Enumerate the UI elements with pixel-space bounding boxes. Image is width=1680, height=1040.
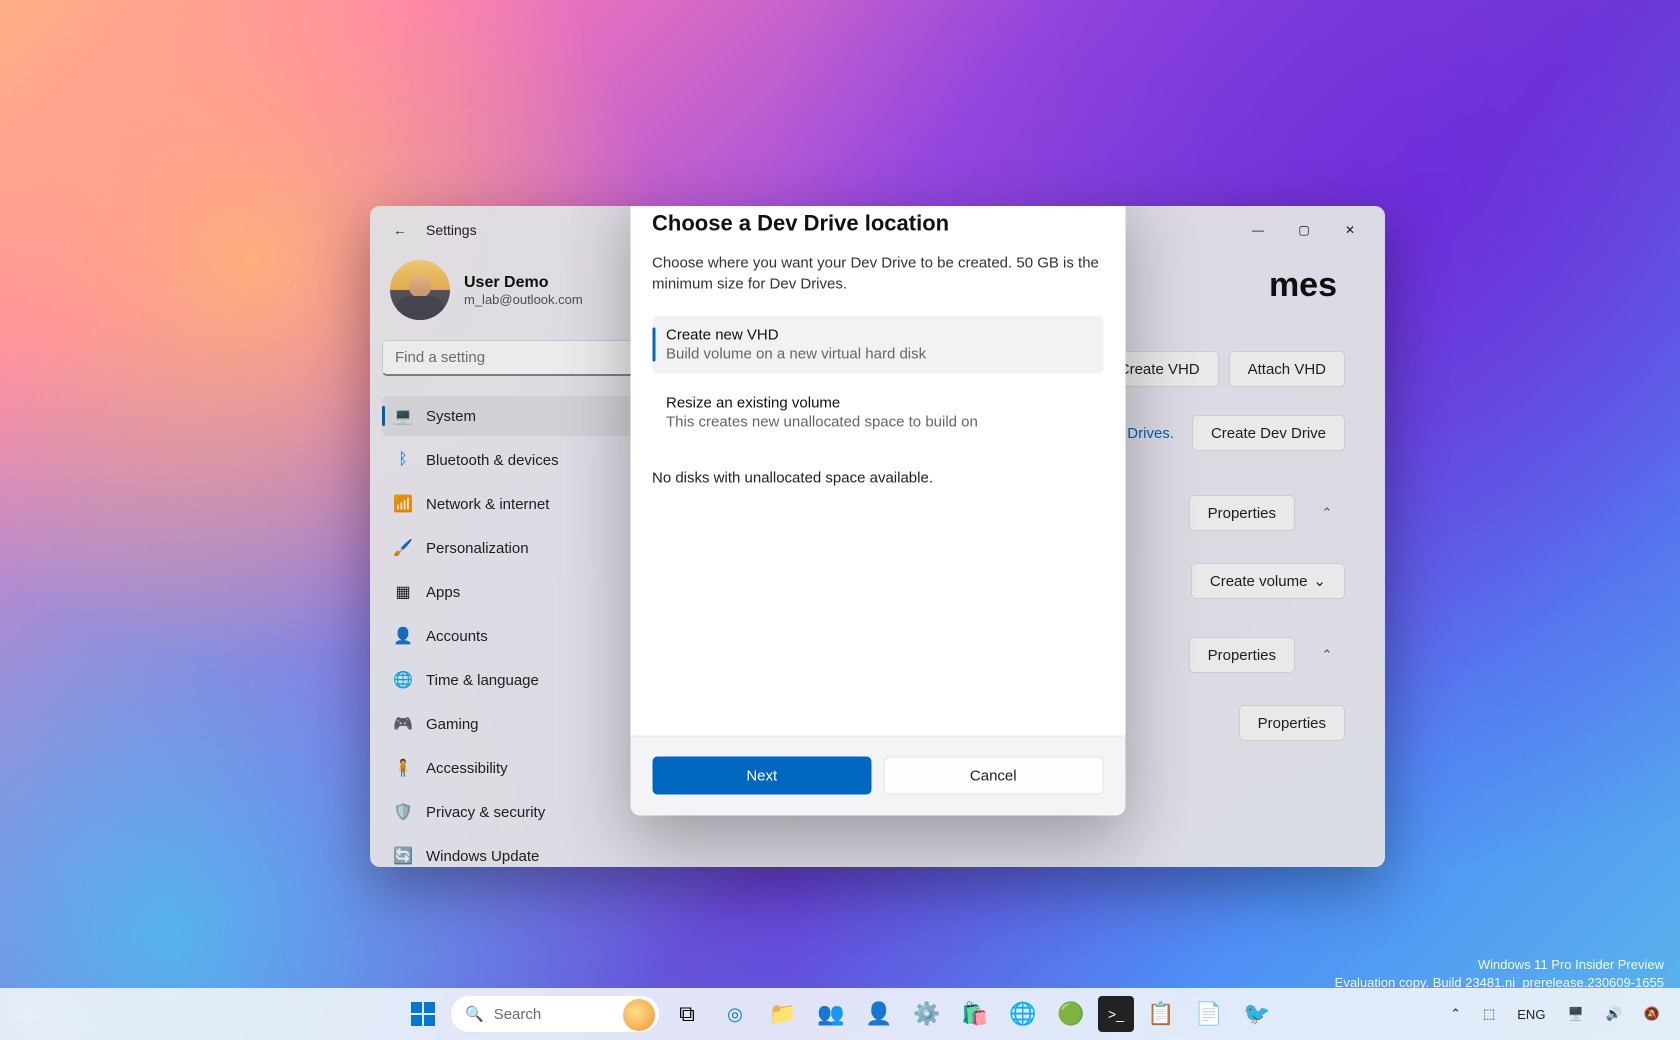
nav-personalization[interactable]: 🖌️ Personalization	[382, 528, 658, 568]
taskbar-search[interactable]: 🔍Search	[450, 995, 660, 1033]
gaming-icon: 🎮	[394, 715, 412, 733]
chrome-button[interactable]: 🟢	[1050, 993, 1092, 1035]
settings-window: ← Settings — ▢ ✕ User Demo m_lab@outlook…	[370, 206, 1385, 867]
apps-icon: ▦	[394, 583, 412, 601]
search-icon: 🔍	[465, 1005, 484, 1023]
nav-update[interactable]: 🔄 Windows Update	[382, 836, 658, 867]
volume-icon[interactable]: 🔊	[1600, 1002, 1628, 1026]
notification-icon[interactable]: 🔕	[1638, 1002, 1666, 1026]
window-title: Settings	[426, 222, 477, 238]
bluetooth-icon: ᛒ	[394, 451, 412, 469]
nav-label: Accessibility	[426, 760, 508, 777]
store-button[interactable]: 🛍️	[954, 993, 996, 1035]
notepad-button[interactable]: 📄	[1188, 993, 1230, 1035]
back-button[interactable]: ←	[382, 212, 418, 248]
create-volume-button[interactable]: Create volume ⌄	[1191, 563, 1345, 599]
nav-label: Accounts	[426, 628, 488, 645]
nav-label: Windows Update	[426, 848, 539, 865]
edge-button[interactable]: 🌐	[1002, 993, 1044, 1035]
option-title: Create new VHD	[666, 327, 1089, 344]
teams-button[interactable]: 👥	[810, 993, 852, 1035]
taskbar: 🔍Search ⧉ ◎ 📁 👥 👤 ⚙️ 🛍️ 🌐 🟢 >_ 📋 📄 🐦 ⌃ ⬚…	[0, 988, 1680, 1040]
chevron-down-icon: ⌄	[1313, 572, 1326, 590]
tray-chevron[interactable]: ⌃	[1444, 1002, 1467, 1026]
terminal-button[interactable]: >_	[1098, 996, 1134, 1032]
nav-label: Apps	[426, 584, 460, 601]
properties-button[interactable]: Properties	[1189, 495, 1295, 531]
time-icon: 🌐	[394, 671, 412, 689]
app-button[interactable]: 👤	[858, 993, 900, 1035]
nav-system[interactable]: 💻 System	[382, 396, 658, 436]
properties-button[interactable]: Properties	[1239, 705, 1345, 741]
option-subtitle: Build volume on a new virtual hard disk	[666, 346, 1089, 363]
nav-label: System	[426, 408, 476, 425]
dialog-description: Choose where you want your Dev Drive to …	[652, 252, 1103, 296]
maximize-button[interactable]: ▢	[1281, 214, 1327, 246]
nav-label: Privacy & security	[426, 804, 545, 821]
user-name: User Demo	[464, 274, 583, 292]
chevron-up-icon[interactable]: ⌃	[1309, 637, 1345, 673]
nav-time[interactable]: 🌐 Time & language	[382, 660, 658, 700]
nav-label: Gaming	[426, 716, 479, 733]
accounts-icon: 👤	[394, 627, 412, 645]
no-disk-message: No disks with unallocated space availabl…	[652, 470, 1103, 487]
nav-list: 💻 System ᛒ Bluetooth & devices 📶 Network & …	[382, 396, 658, 867]
network-icon: 📶	[394, 495, 412, 513]
nav-label: Time & language	[426, 672, 539, 689]
nav-privacy[interactable]: 🛡️ Privacy & security	[382, 792, 658, 832]
app-button[interactable]: 📋	[1140, 993, 1182, 1035]
next-button[interactable]: Next	[652, 757, 872, 795]
nav-label: Network & internet	[426, 496, 549, 513]
search-input[interactable]	[382, 340, 658, 376]
close-button[interactable]: ✕	[1327, 214, 1373, 246]
shield-icon: 🛡️	[394, 803, 412, 821]
option-create-vhd[interactable]: Create new VHD Build volume on a new vir…	[652, 316, 1103, 374]
page-title-partial: mes	[1269, 266, 1337, 305]
cancel-button[interactable]: Cancel	[884, 757, 1104, 795]
option-subtitle: This creates new unallocated space to bu…	[666, 414, 1089, 431]
nav-bluetooth[interactable]: ᛒ Bluetooth & devices	[382, 440, 658, 480]
start-button[interactable]	[402, 993, 444, 1035]
create-dev-drive-button[interactable]: Create Dev Drive	[1192, 415, 1345, 451]
watermark: Windows 11 Pro Insider Preview Evaluatio…	[1335, 956, 1664, 992]
system-tray: ⌃ ⬚ ENG 🖥️ 🔊 🔕	[1444, 1002, 1680, 1026]
usb-icon[interactable]: ⬚	[1477, 1002, 1501, 1026]
network-icon[interactable]: 🖥️	[1561, 1002, 1589, 1026]
nav-label: Personalization	[426, 540, 529, 557]
search-highlight-icon	[623, 999, 655, 1031]
user-block[interactable]: User Demo m_lab@outlook.com	[382, 254, 658, 340]
dev-drive-dialog: Choose a Dev Drive location Choose where…	[630, 206, 1125, 815]
properties-button[interactable]: Properties	[1189, 637, 1295, 673]
user-email: m_lab@outlook.com	[464, 292, 583, 307]
accessibility-icon: 🧍	[394, 759, 412, 777]
nav-label: Bluetooth & devices	[426, 452, 559, 469]
system-icon: 💻	[394, 407, 412, 425]
nav-network[interactable]: 📶 Network & internet	[382, 484, 658, 524]
attach-vhd-button[interactable]: Attach VHD	[1229, 351, 1345, 387]
explorer-button[interactable]: 📁	[762, 993, 804, 1035]
dialog-title: Choose a Dev Drive location	[652, 210, 1103, 236]
nav-accounts[interactable]: 👤 Accounts	[382, 616, 658, 656]
app-button[interactable]: 🐦	[1236, 993, 1278, 1035]
nav-apps[interactable]: ▦ Apps	[382, 572, 658, 612]
minimize-button[interactable]: —	[1235, 214, 1281, 246]
update-icon: 🔄	[394, 847, 412, 865]
nav-gaming[interactable]: 🎮 Gaming	[382, 704, 658, 744]
language-indicator[interactable]: ENG	[1511, 1003, 1551, 1026]
nav-accessibility[interactable]: 🧍 Accessibility	[382, 748, 658, 788]
task-view-button[interactable]: ⧉	[666, 993, 708, 1035]
option-resize-volume[interactable]: Resize an existing volume This creates n…	[652, 384, 1103, 442]
settings-button[interactable]: ⚙️	[906, 993, 948, 1035]
sidebar: User Demo m_lab@outlook.com 💻 System ᛒ Blu…	[370, 254, 670, 867]
brush-icon: 🖌️	[394, 539, 412, 557]
chevron-up-icon[interactable]: ⌃	[1309, 495, 1345, 531]
avatar	[390, 260, 450, 320]
option-title: Resize an existing volume	[666, 395, 1089, 412]
windows-logo-icon	[411, 1002, 435, 1026]
copilot-button[interactable]: ◎	[714, 993, 756, 1035]
